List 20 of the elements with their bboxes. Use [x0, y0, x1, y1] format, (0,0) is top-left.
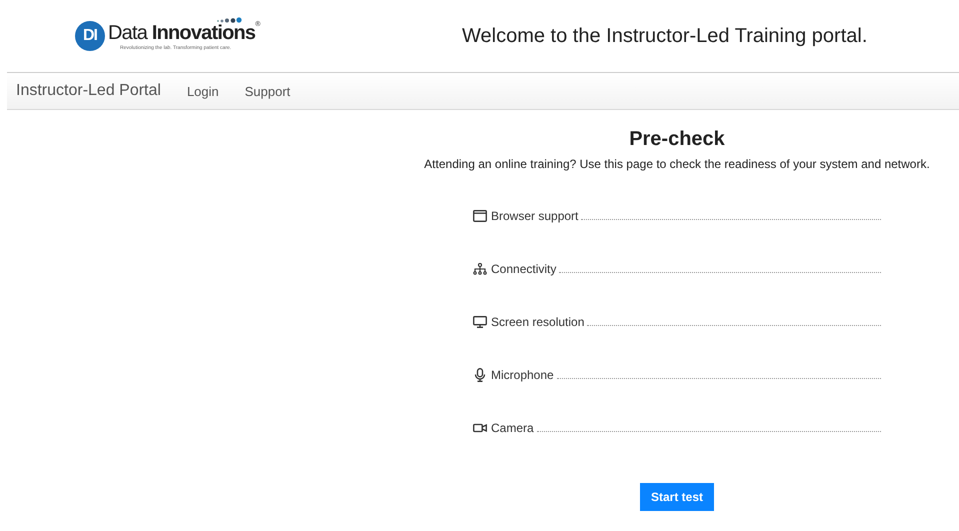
check-label: Camera [491, 421, 534, 435]
page-title: Pre-check [629, 128, 725, 151]
start-test-button[interactable]: Start test [640, 483, 714, 511]
logo-mark: DI [75, 21, 105, 51]
check-label: Connectivity [491, 262, 556, 276]
page-subtitle: Attending an online training? Use this page to check the readiness of your system and network. [424, 157, 930, 171]
dots-icon [216, 16, 242, 24]
check-label: Microphone [491, 368, 554, 382]
browser-window-icon [473, 210, 487, 222]
check-label: Screen resolution [491, 315, 584, 329]
logo-name: Data Innovations [108, 22, 256, 45]
microphone-icon [473, 368, 487, 382]
monitor-icon [473, 316, 487, 328]
brand-link[interactable]: Instructor-Led Portal [16, 82, 161, 100]
nav-link[interactable]: Support [244, 84, 290, 98]
video-camera-icon [473, 422, 487, 434]
network-icon [473, 263, 487, 275]
welcome-heading: Welcome to the Instructor-Led Training portal. [462, 24, 868, 48]
nav-link[interactable]: Login [186, 84, 219, 98]
check-label: Browser support [491, 209, 578, 223]
